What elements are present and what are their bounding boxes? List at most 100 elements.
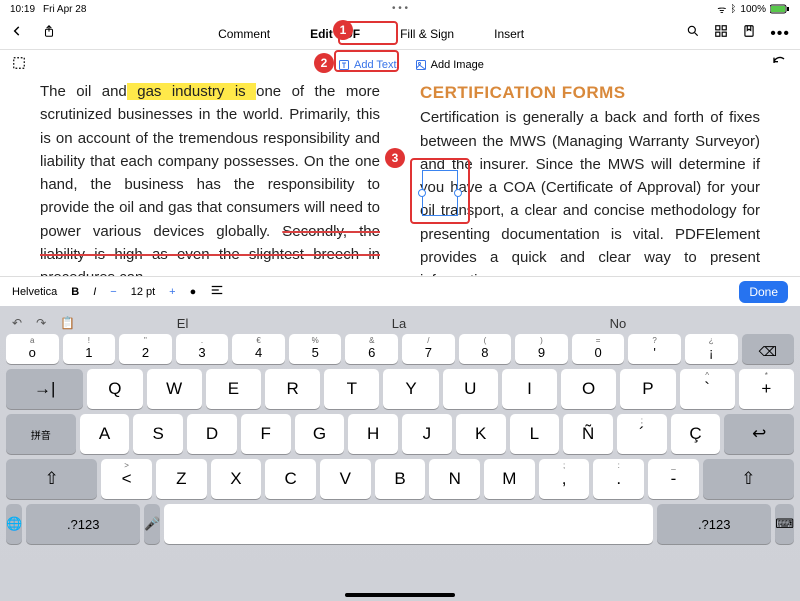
font-size: 12 pt (131, 286, 155, 298)
body-text: The oil and (40, 83, 127, 100)
key-7[interactable]: /7 (402, 334, 455, 364)
key-O[interactable]: O (561, 369, 616, 409)
undo-button[interactable] (772, 55, 788, 76)
key-plus[interactable]: *+ (739, 369, 794, 409)
kb-redo-icon[interactable]: ↷ (36, 316, 46, 330)
share-button[interactable] (42, 24, 56, 43)
callout-3: 3 (385, 148, 405, 168)
tab-insert[interactable]: Insert (494, 27, 524, 41)
notch-icon: • • • (392, 3, 408, 14)
selection-tool-icon[interactable] (12, 56, 26, 75)
key-X[interactable]: X (211, 459, 262, 499)
key-C[interactable]: C (265, 459, 316, 499)
key-M[interactable]: M (484, 459, 535, 499)
back-button[interactable] (10, 24, 24, 43)
key-shift-left[interactable]: ⇧ (6, 459, 97, 499)
key-0[interactable]: =0 (572, 334, 625, 364)
add-image-button[interactable]: Add Image (415, 59, 484, 71)
key-enter[interactable]: ↩ (724, 414, 794, 454)
grid-icon[interactable] (714, 24, 728, 43)
key-'[interactable]: ?' (628, 334, 681, 364)
key-shift-right[interactable]: ⇧ (703, 459, 794, 499)
font-size-up[interactable]: + (169, 286, 175, 298)
key-H[interactable]: H (348, 414, 398, 454)
key-G[interactable]: G (295, 414, 345, 454)
key-J[interactable]: J (402, 414, 452, 454)
key-space[interactable] (164, 504, 653, 544)
key-globe[interactable]: 🌐 (6, 504, 22, 544)
key-I[interactable]: I (502, 369, 557, 409)
callout-1: 1 (333, 20, 353, 40)
key-Z[interactable]: Z (156, 459, 207, 499)
key-5[interactable]: %5 (289, 334, 342, 364)
key-3[interactable]: .3 (176, 334, 229, 364)
status-time: 10:19 (10, 4, 35, 15)
font-size-down[interactable]: − (110, 286, 116, 298)
document-content[interactable]: The oil and gas industry is one of the m… (0, 80, 800, 276)
key-comma[interactable]: ;, (539, 459, 590, 499)
key-mic[interactable]: 🎤 (144, 504, 160, 544)
done-button[interactable]: Done (739, 281, 788, 303)
key-dash[interactable]: _- (648, 459, 699, 499)
key-angle[interactable]: >< (101, 459, 152, 499)
key-hide-keyboard[interactable]: ⌨ (775, 504, 794, 544)
key-4[interactable]: €4 (232, 334, 285, 364)
key-D[interactable]: D (187, 414, 237, 454)
key-pinyin[interactable]: 拼音 (6, 414, 76, 454)
key-N[interactable]: N (429, 459, 480, 499)
key-Y[interactable]: Y (383, 369, 438, 409)
suggestion-3[interactable]: No (610, 316, 627, 331)
key-W[interactable]: W (147, 369, 202, 409)
bold-button[interactable]: B (71, 286, 79, 298)
body-text: one of the more scrutinized businesses i… (40, 83, 380, 240)
key-alt-right[interactable]: .?123 (657, 504, 771, 544)
key-9[interactable]: )9 (515, 334, 568, 364)
key-S[interactable]: S (133, 414, 183, 454)
kb-clipboard-icon[interactable]: 📋 (60, 316, 75, 330)
key-U[interactable]: U (443, 369, 498, 409)
key-o[interactable]: ao (6, 334, 59, 364)
tab-fill-sign[interactable]: Fill & Sign (400, 27, 454, 41)
callout-2: 2 (314, 53, 334, 73)
key-acute[interactable]: ;´ (617, 414, 667, 454)
key-P[interactable]: P (620, 369, 675, 409)
key-B[interactable]: B (375, 459, 426, 499)
redbox-add-text (334, 50, 399, 72)
key-Q[interactable]: Q (87, 369, 142, 409)
key-R[interactable]: R (265, 369, 320, 409)
kb-undo-icon[interactable]: ↶ (12, 316, 22, 330)
key-C-cedilla[interactable]: Ç (671, 414, 721, 454)
key-6[interactable]: &6 (345, 334, 398, 364)
color-button[interactable]: ● (190, 286, 197, 298)
key-backspace[interactable]: ⌫ (742, 334, 795, 364)
status-date: Fri Apr 28 (43, 4, 86, 15)
key-accent-grave[interactable]: ^` (680, 369, 735, 409)
key-Ñ[interactable]: Ñ (563, 414, 613, 454)
key-T[interactable]: T (324, 369, 379, 409)
battery-label: 100% (740, 4, 766, 15)
suggestion-1[interactable]: El (177, 316, 189, 331)
search-icon[interactable] (686, 24, 700, 43)
key-E[interactable]: E (206, 369, 261, 409)
bookmark-icon[interactable] (742, 24, 756, 43)
key-tab[interactable]: →| (6, 369, 83, 409)
home-indicator[interactable] (345, 593, 455, 597)
key-¡[interactable]: ¿¡ (685, 334, 738, 364)
key-A[interactable]: A (80, 414, 130, 454)
suggestion-2[interactable]: La (392, 316, 406, 331)
more-icon[interactable]: ••• (770, 25, 790, 43)
align-button[interactable] (210, 283, 224, 300)
key-K[interactable]: K (456, 414, 506, 454)
key-2[interactable]: "2 (119, 334, 172, 364)
key-period[interactable]: :. (593, 459, 644, 499)
key-alt-left[interactable]: .?123 (26, 504, 140, 544)
key-1[interactable]: !1 (63, 334, 116, 364)
italic-button[interactable]: I (93, 286, 96, 298)
key-V[interactable]: V (320, 459, 371, 499)
key-8[interactable]: (8 (459, 334, 512, 364)
battery-icon (770, 4, 790, 14)
key-F[interactable]: F (241, 414, 291, 454)
key-L[interactable]: L (510, 414, 560, 454)
font-name[interactable]: Helvetica (12, 286, 57, 298)
tab-comment[interactable]: Comment (218, 27, 270, 41)
